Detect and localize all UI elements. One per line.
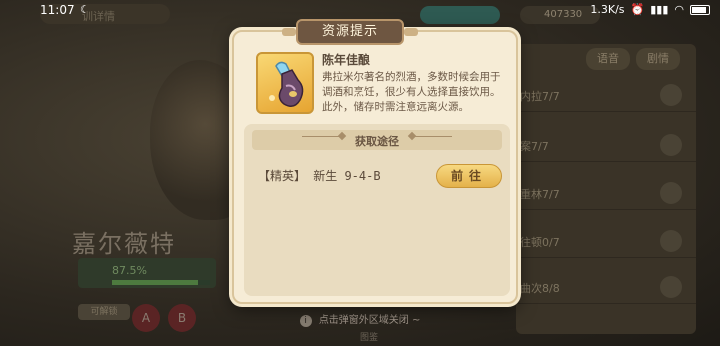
potion-bottle-icon [269,61,304,107]
moon-icon: ☾ [80,3,90,16]
list-item[interactable]: 内拉7/7 [516,78,696,112]
close-hint: i 点击弹窗外区域关闭 ~ [0,311,720,327]
source-title: 获取途径 [355,135,399,148]
source-section: 获取途径 【精英】 新生 9-4-B 前往 [244,124,510,296]
list-item-icon [660,276,682,298]
hero-name: 嘉尔薇特 [72,230,176,258]
source-entry: 【精英】 新生 9-4-B 前往 [258,164,502,188]
status-right-cluster: 1.3K/s ⏰ ▮▮▮ ◠ [590,3,710,16]
status-time: 11:07 [40,3,75,17]
alarm-icon: ⏰ [630,3,645,16]
item-icon-frame [256,52,314,114]
divider-ornament [302,136,342,137]
source-header: 获取途径 [252,130,502,150]
info-icon: i [299,315,312,327]
item-name: 陈年佳酿 [322,53,371,67]
list-item-icon [660,230,682,252]
wifi-icon: ◠ [674,3,684,16]
resource-dialog: 资源提示 陈年佳酿 弗拉米尔著名的烈酒，多数时候会用于调酒和烹饪，很少有人选择直… [232,19,518,304]
tab-voice[interactable]: 语音 [586,48,630,70]
close-hint-text: 点击弹窗外区域关闭 ~ [318,315,421,326]
source-stage-label: 【精英】 新生 9-4-B [258,169,381,183]
item-description: 弗拉米尔著名的烈酒，多数时候会用于调酒和烹饪，很少有人选择直接饮用。此外，储存时… [322,71,501,113]
go-button[interactable]: 前往 [436,164,502,188]
dialog-title: 资源提示 [282,19,418,45]
network-speed: 1.3K/s [590,3,625,16]
status-bar: 11:07 ☾ 1.3K/s ⏰ ▮▮▮ ◠ [0,0,720,22]
list-item[interactable]: 曲次8/8 [516,270,696,304]
affinity-bar-fill [112,280,198,285]
affinity-percent: 87.5% [112,264,147,277]
signal-icon: ▮▮▮ [650,3,669,16]
list-item-icon [660,84,682,106]
divider-ornament [412,136,452,137]
list-item[interactable]: 案7/7 [516,128,696,162]
list-item[interactable]: 重林7/7 [516,176,696,210]
list-item[interactable]: 往顿0/7 [516,224,696,258]
list-item-icon [660,182,682,204]
tab-story[interactable]: 剧情 [636,48,680,70]
list-item-icon [660,134,682,156]
bottom-label: 图鉴 [360,333,379,343]
right-tabs: 语音 剧情 [586,48,680,70]
battery-icon [690,4,710,15]
affinity-bar [112,280,210,285]
